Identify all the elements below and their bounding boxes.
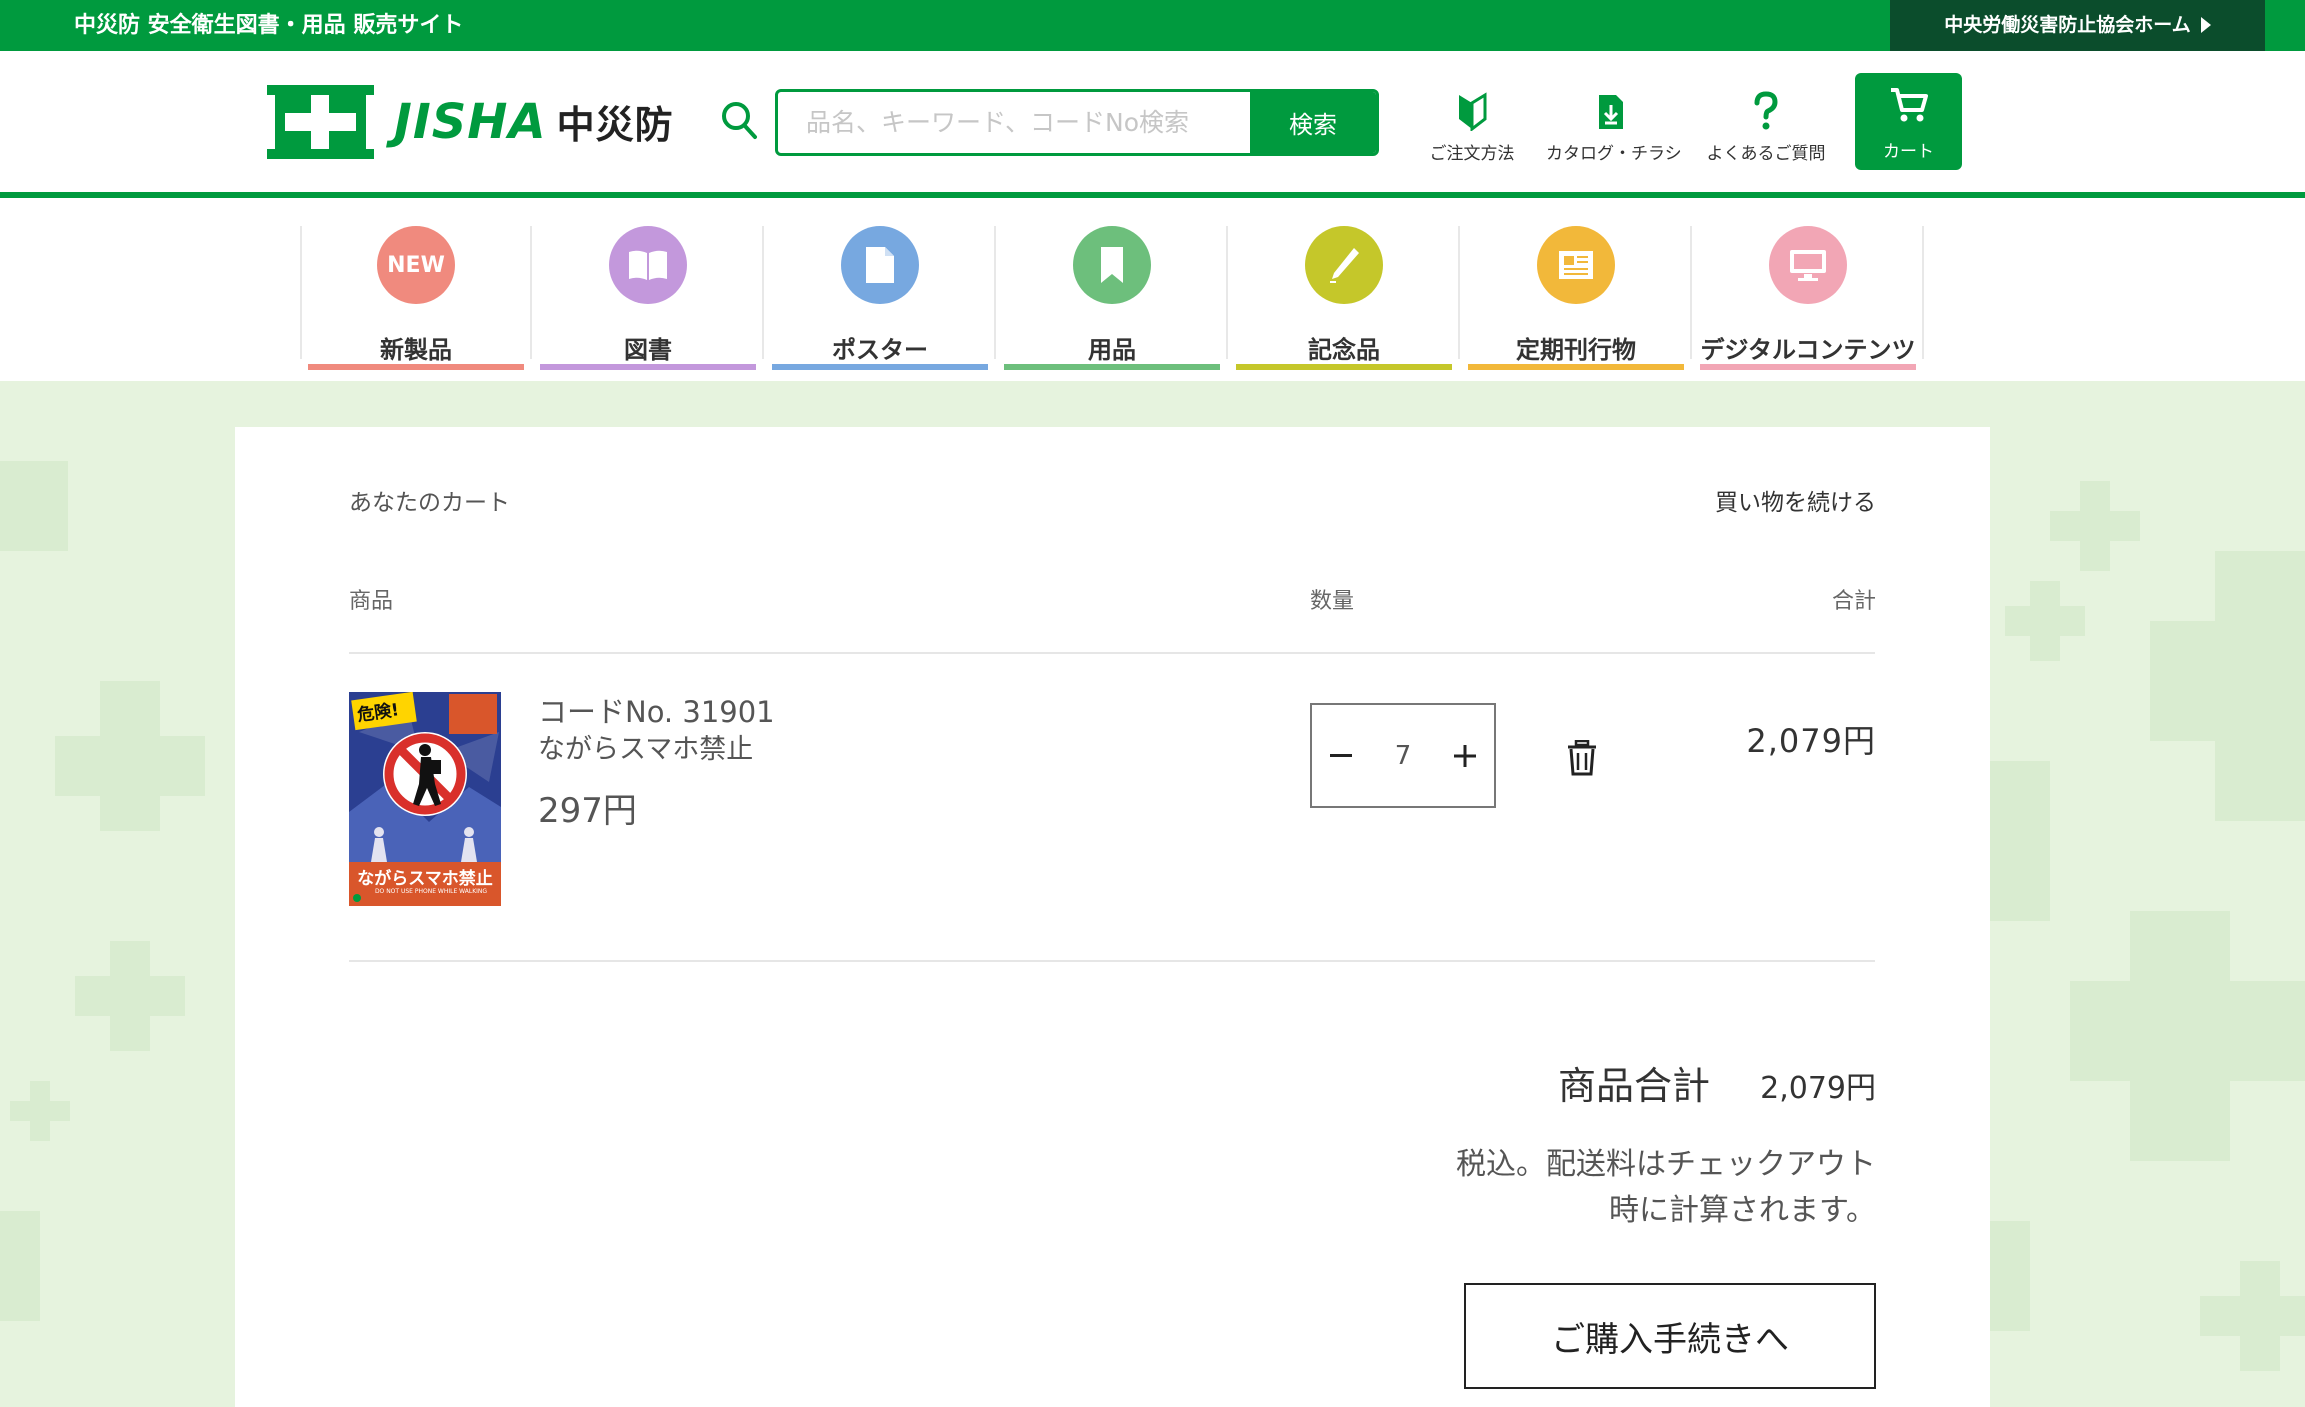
document-icon: [841, 226, 919, 304]
site-name: 中災防 安全衛生図書・用品 販売サイト: [74, 13, 464, 38]
category-underline: [308, 364, 524, 370]
top-bar: 中災防 安全衛生図書・用品 販売サイト 中央労働災害防止協会ホーム: [0, 0, 2305, 51]
category-label: 用品: [1088, 336, 1136, 364]
order-guide-label: ご注文方法: [1429, 144, 1515, 164]
header-row-divider: [349, 652, 1875, 654]
category-nav: NEW 新製品 図書 ポスター 用品 記念品 定期刊行物 デジタルコンテンツ: [300, 222, 1928, 372]
cart-label: カート: [1883, 142, 1934, 162]
decrease-quantity-button[interactable]: [1312, 705, 1370, 806]
category-underline: [772, 364, 988, 370]
association-home-link[interactable]: 中央労働災害防止協会ホーム: [1890, 0, 2265, 51]
category-underline: [1700, 364, 1916, 370]
column-header-product: 商品: [349, 589, 394, 614]
logo-text: JISHA 中災防: [394, 94, 674, 150]
category-underline: [1236, 364, 1452, 370]
category-digital[interactable]: デジタルコンテンツ: [1692, 222, 1924, 372]
site-header: JISHA中災防 検索 ご注文方法 カタログ・チラシ: [0, 51, 2305, 192]
category-new[interactable]: NEW 新製品: [300, 222, 532, 372]
quantity-stepper: 7: [1310, 703, 1496, 808]
category-periodicals[interactable]: 定期刊行物: [1460, 222, 1692, 372]
cross-logo-icon: [267, 85, 374, 159]
beginner-mark-icon: [1459, 92, 1487, 131]
association-home-label: 中央労働災害防止協会ホーム: [1944, 14, 2191, 36]
increase-quantity-button[interactable]: [1436, 705, 1494, 806]
category-souvenirs[interactable]: 記念品: [1228, 222, 1460, 372]
catalog-link[interactable]: カタログ・チラシ: [1546, 87, 1682, 164]
subtotal-value: 2,079円: [1760, 1071, 1876, 1106]
faq-label: よくあるご質問: [1706, 144, 1826, 164]
bookmark-icon: [1073, 226, 1151, 304]
header-divider: [0, 192, 2305, 198]
cart-panel: あなたのカート 買い物を続ける 商品 数量 合計 危険! ながらスマホ禁止 DO…: [235, 427, 1990, 1407]
category-label: ポスター: [832, 336, 928, 364]
trash-icon[interactable]: [1565, 740, 1599, 776]
newspaper-icon: [1537, 226, 1615, 304]
product-code: コードNo. 31901: [538, 695, 775, 729]
download-icon: [1599, 95, 1623, 129]
thumbnail-title-text: ながらスマホ禁止: [357, 869, 493, 889]
category-books[interactable]: 図書: [532, 222, 764, 372]
line-total: 2,079円: [1746, 722, 1876, 760]
catalog-label: カタログ・チラシ: [1546, 144, 1682, 164]
monitor-icon: [1769, 226, 1847, 304]
book-icon: [609, 226, 687, 304]
search-icon[interactable]: [720, 99, 758, 141]
product-name[interactable]: ながらスマホ禁止: [538, 727, 753, 766]
continue-shopping-link[interactable]: 買い物を続ける: [1715, 483, 1876, 517]
tax-shipping-note: 税込。配送料はチェックアウト 時に計算されます。: [1456, 1147, 1876, 1228]
category-supplies[interactable]: 用品: [996, 222, 1228, 372]
category-underline: [1004, 364, 1220, 370]
category-label: 図書: [624, 336, 672, 364]
category-label: 記念品: [1308, 336, 1380, 364]
order-guide-link[interactable]: ご注文方法: [1407, 87, 1537, 164]
cart-button[interactable]: カート: [1855, 73, 1962, 170]
product-unit-price: 297円: [538, 791, 637, 831]
question-icon: [1754, 91, 1778, 130]
thumbnail-sub-text: DO NOT USE PHONE WHILE WALKING: [374, 888, 488, 895]
category-underline: [540, 364, 756, 370]
search-button[interactable]: 検索: [1250, 92, 1376, 153]
quantity-value[interactable]: 7: [1370, 741, 1436, 771]
search-input[interactable]: [778, 92, 1253, 153]
category-posters[interactable]: ポスター: [764, 222, 996, 372]
cart-title: あなたのカート: [349, 490, 510, 516]
item-row-divider: [349, 960, 1875, 962]
pen-icon: [1305, 226, 1383, 304]
faq-link[interactable]: よくあるご質問: [1701, 87, 1831, 164]
triangle-right-icon: [2200, 17, 2211, 33]
category-label: デジタルコンテンツ: [1700, 336, 1916, 364]
cart-icon: [1890, 88, 1928, 122]
category-label: 定期刊行物: [1516, 336, 1636, 364]
plus-icon: [1454, 744, 1476, 767]
column-header-quantity: 数量: [1310, 589, 1355, 614]
checkout-button[interactable]: ご購入手続きへ: [1464, 1283, 1876, 1389]
minus-icon: [1330, 753, 1352, 757]
category-underline: [1468, 364, 1684, 370]
product-thumbnail[interactable]: 危険! ながらスマホ禁止 DO NOT USE PHONE WHILE WALK…: [349, 692, 501, 906]
search-box: 検索: [775, 89, 1379, 156]
column-header-total: 合計: [1831, 589, 1876, 614]
new-badge-icon: NEW: [377, 226, 455, 304]
category-label: 新製品: [380, 336, 452, 364]
jisha-logo[interactable]: JISHA 中災防: [267, 85, 674, 159]
subtotal-label: 商品合計: [1557, 1064, 1710, 1108]
